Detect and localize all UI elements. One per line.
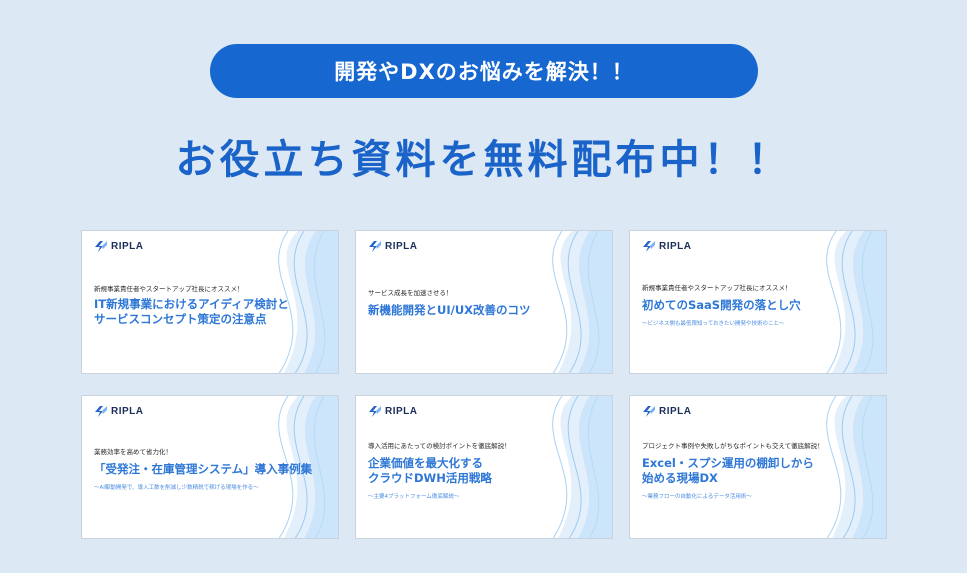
card-title-line: IT新規事業におけるアイディア検討と [94,297,289,311]
document-card[interactable]: RIPLA サービス成長を加速させる！ 新機能開発とUI/UX改善のコツ [355,230,613,374]
card-title: 企業価値を最大化する クラウドDWH活用戦略 [368,456,596,486]
card-title-line: 企業価値を最大化する [368,456,483,470]
card-subtitle: 〜業務フローの自動化によるデータ活用術〜 [642,494,752,500]
card-title: Excel・スプシ運用の棚卸しから 始める現場DX [642,456,870,486]
document-card[interactable]: RIPLA 新規事業責任者やスタートアップ社長にオススメ！ IT新規事業における… [81,230,339,374]
card-lead: 業務効率を高めて省力化！ [94,448,172,456]
card-lead: 新規事業責任者やスタートアップ社長にオススメ！ [642,284,792,292]
card-title-line: 始める現場DX [642,471,718,485]
card-content: サービス成長を加速させる！ 新機能開発とUI/UX改善のコツ [368,231,596,373]
card-lead: プロジェクト事例や失敗しがちなポイントも交えて徹底解説！ [642,442,824,450]
card-subtitle: 〜ビジネス側も最低限知っておきたい開発や技術のこと〜 [642,321,785,327]
page-headline: お役立ち資料を無料配布中！！ [175,137,792,183]
card-content: 新規事業責任者やスタートアップ社長にオススメ！ IT新規事業におけるアイディア検… [94,231,322,373]
banner-text: 開発やDXのお悩みを解決！！ [334,60,634,84]
document-card[interactable]: RIPLA 導入活用にあたっての検討ポイントを徹底解説！ 企業価値を最大化する … [355,395,613,539]
card-title: 「受発注・在庫管理システム」導入事例集 [94,462,322,477]
card-lead: 新規事業責任者やスタートアップ社長にオススメ！ [94,285,244,293]
card-subtitle: 〜AI駆動開発で、導入工数を削減し少数精鋭で稼げる現場を作る〜 [94,485,259,491]
document-card[interactable]: RIPLA 業務効率を高めて省力化！ 「受発注・在庫管理システム」導入事例集 〜… [81,395,339,539]
card-title-line: 新機能開発とUI/UX改善のコツ [368,303,531,317]
card-content: プロジェクト事例や失敗しがちなポイントも交えて徹底解説！ Excel・スプシ運用… [642,396,870,538]
document-card[interactable]: RIPLA 新規事業責任者やスタートアップ社長にオススメ！ 初めてのSaaS開発… [629,230,887,374]
card-title-line: 初めてのSaaS開発の落とし穴 [642,298,801,312]
document-card-grid: RIPLA 新規事業責任者やスタートアップ社長にオススメ！ IT新規事業における… [81,230,889,540]
card-title-line: サービスコンセプト策定の注意点 [94,312,267,326]
card-subtitle: 〜主要4プラットフォーム徹底解説〜 [368,494,460,500]
card-content: 業務効率を高めて省力化！ 「受発注・在庫管理システム」導入事例集 〜AI駆動開発… [94,396,322,538]
card-content: 新規事業責任者やスタートアップ社長にオススメ！ 初めてのSaaS開発の落とし穴 … [642,231,870,373]
card-title-line: Excel・スプシ運用の棚卸しから [642,456,814,470]
card-title: 新機能開発とUI/UX改善のコツ [368,303,596,318]
card-lead: サービス成長を加速させる！ [368,289,453,297]
card-title: IT新規事業におけるアイディア検討と サービスコンセプト策定の注意点 [94,297,322,327]
card-content: 導入活用にあたっての検討ポイントを徹底解説！ 企業価値を最大化する クラウドDW… [368,396,596,538]
card-title: 初めてのSaaS開発の落とし穴 [642,298,870,313]
document-card[interactable]: RIPLA プロジェクト事例や失敗しがちなポイントも交えて徹底解説！ Excel… [629,395,887,539]
banner: 開発やDXのお悩みを解決！！ [210,44,758,98]
card-title-line: 「受発注・在庫管理システム」導入事例集 [94,462,313,476]
card-title-line: クラウドDWH活用戦略 [368,471,492,485]
card-lead: 導入活用にあたっての検討ポイントを徹底解説！ [368,442,511,450]
